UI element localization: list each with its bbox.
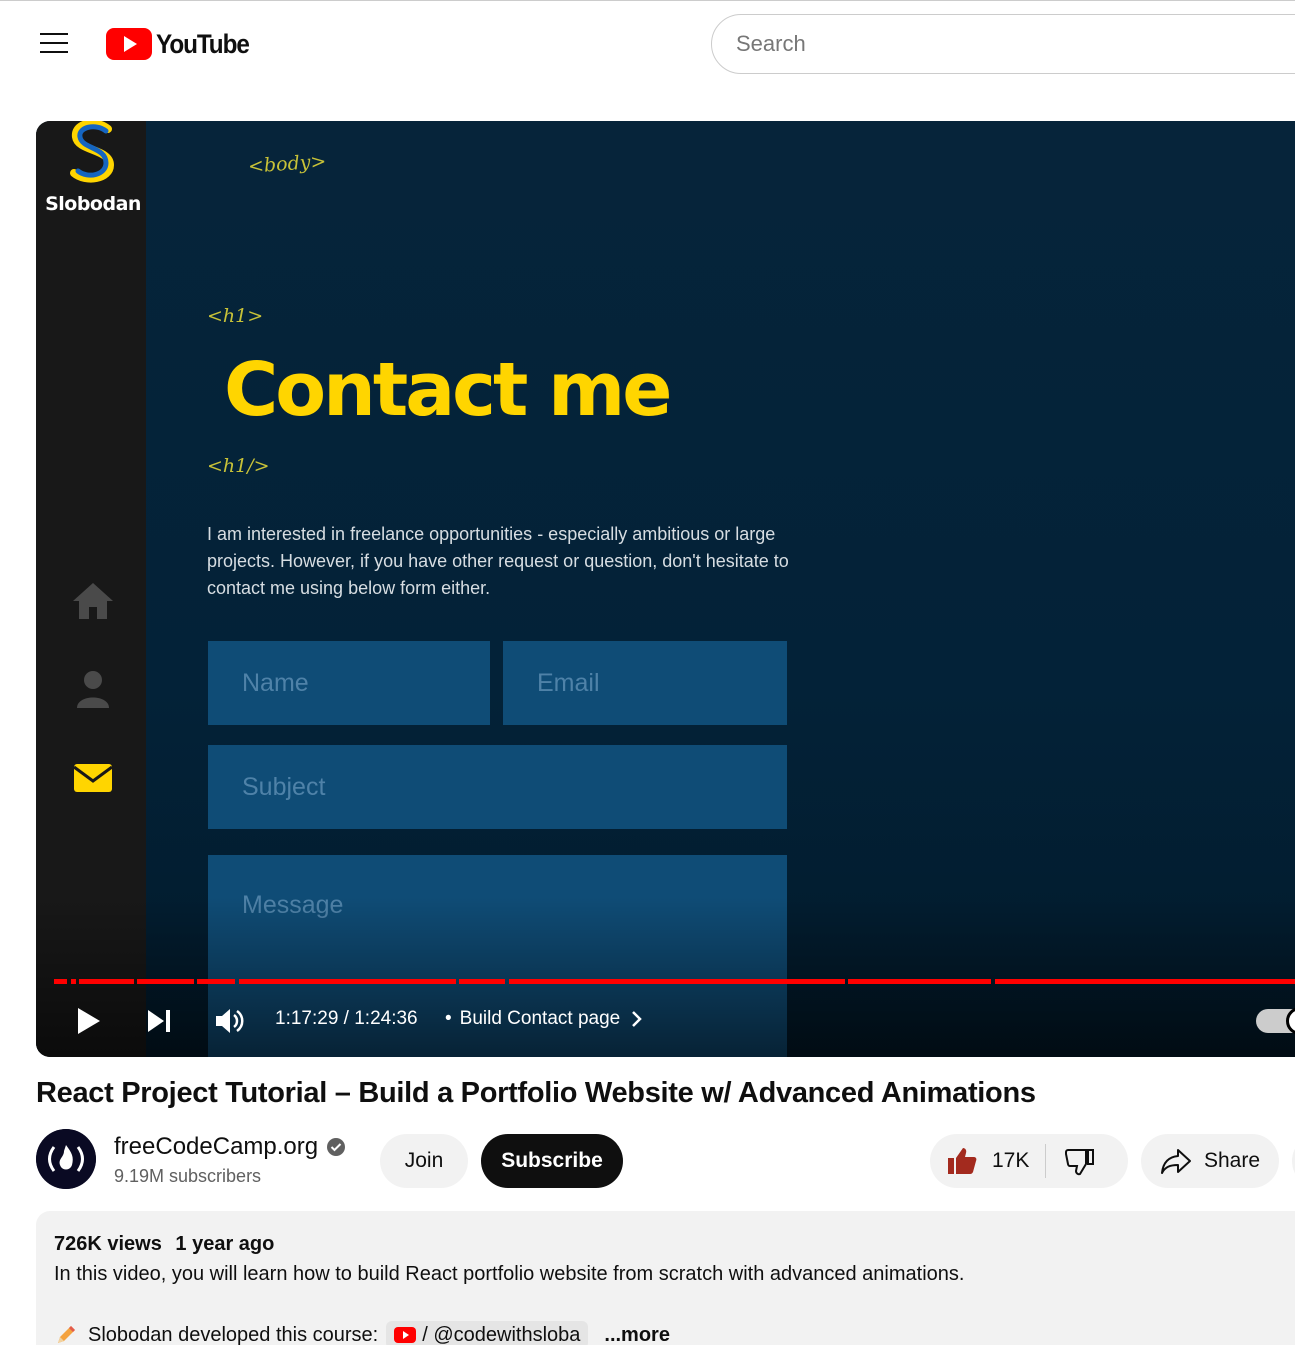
credit-line: Slobodan developed this course: / @codew… xyxy=(54,1321,670,1345)
home-icon xyxy=(73,583,113,619)
name-field: Name xyxy=(208,641,490,725)
h1-open-tag: <h1> xyxy=(207,305,264,327)
chapter-segment xyxy=(459,979,505,984)
video-heading: Contact me xyxy=(224,347,672,433)
subscribe-button[interactable]: Subscribe xyxy=(481,1134,623,1188)
h1-close-tag: <h1/> xyxy=(207,455,270,477)
chapter-segment xyxy=(79,979,134,984)
search-input[interactable]: Search xyxy=(711,14,1295,74)
share-icon xyxy=(1160,1149,1191,1174)
chapter-segment xyxy=(509,979,845,984)
subscriber-count: 9.19M subscribers xyxy=(114,1166,262,1186)
channel-name-text: freeCodeCamp.org xyxy=(114,1133,319,1160)
chapter-segment xyxy=(848,979,991,984)
video-paragraph: I am interested in freelance opportuniti… xyxy=(207,524,789,598)
dislike-button[interactable] xyxy=(1046,1134,1096,1188)
more-link[interactable]: ...more xyxy=(604,1324,670,1345)
description-text: In this video, you will learn how to bui… xyxy=(54,1263,965,1285)
channel-link-chip[interactable]: / @codewithsloba xyxy=(386,1321,589,1345)
upload-age: 1 year ago xyxy=(175,1233,275,1255)
logo-text: YouTube xyxy=(156,28,250,59)
chapter-segment xyxy=(995,979,1295,984)
envelope-icon xyxy=(73,764,113,792)
chapter-separator: • xyxy=(445,1008,452,1029)
progress-bar[interactable] xyxy=(54,979,1295,985)
verified-icon xyxy=(327,1138,346,1156)
chapter-segment xyxy=(239,979,456,984)
pencil-icon xyxy=(58,1326,75,1343)
next-icon[interactable] xyxy=(146,1008,172,1034)
like-dislike-group: 17K xyxy=(930,1134,1128,1188)
description-box[interactable]: 726K views 1 year ago In this video, you… xyxy=(36,1211,1295,1345)
email-field: Email xyxy=(503,641,787,725)
chapter-segment xyxy=(197,979,235,984)
chevron-right-icon xyxy=(632,1011,642,1027)
chapter-segment xyxy=(137,979,194,984)
video-title: React Project Tutorial – Build a Portfol… xyxy=(36,1077,1036,1109)
channel-link-text: / @codewithsloba xyxy=(422,1323,581,1345)
video-meta: 726K views 1 year ago xyxy=(54,1233,282,1256)
credit-label: Slobodan developed this course: xyxy=(88,1323,379,1345)
volume-icon[interactable] xyxy=(214,1006,246,1036)
s-logo-icon xyxy=(70,121,115,183)
user-icon xyxy=(77,671,109,708)
channel-name[interactable]: freeCodeCamp.org xyxy=(114,1133,346,1161)
thumbs-up-icon xyxy=(948,1148,977,1174)
thumbs-down-icon xyxy=(1065,1149,1095,1176)
toggle-knob xyxy=(1286,1007,1295,1035)
youtube-small-icon xyxy=(394,1327,417,1343)
channel-avatar[interactable] xyxy=(36,1129,96,1189)
play-icon[interactable] xyxy=(76,1006,102,1036)
like-count: 17K xyxy=(992,1149,1030,1172)
like-button[interactable]: 17K xyxy=(930,1134,1029,1188)
youtube-logo[interactable]: YouTube xyxy=(106,27,259,61)
time-display: 1:17:29 / 1:24:36 xyxy=(275,1008,418,1029)
autoplay-toggle[interactable] xyxy=(1256,1007,1295,1035)
top-bar: YouTube Search xyxy=(0,0,1295,86)
chapter-title: Build Contact page xyxy=(459,1008,621,1029)
youtube-play-icon xyxy=(106,28,152,60)
subject-field: Subject xyxy=(208,745,787,829)
join-button[interactable]: Join xyxy=(380,1134,468,1188)
chapter-segment xyxy=(54,979,67,984)
menu-icon[interactable] xyxy=(36,29,72,59)
video-player[interactable]: Slobodan <body> <h1> Contact me <h1/> I … xyxy=(36,121,1295,1057)
site-owner-name: Slobodan xyxy=(45,193,141,215)
chapter-title-button[interactable]: • Build Contact page xyxy=(445,1008,646,1030)
chapter-segment xyxy=(71,979,76,984)
view-count: 726K views xyxy=(54,1233,162,1255)
body-tag: <body> xyxy=(247,150,328,178)
share-label: Share xyxy=(1203,1149,1261,1172)
share-button[interactable]: Share xyxy=(1141,1134,1279,1188)
